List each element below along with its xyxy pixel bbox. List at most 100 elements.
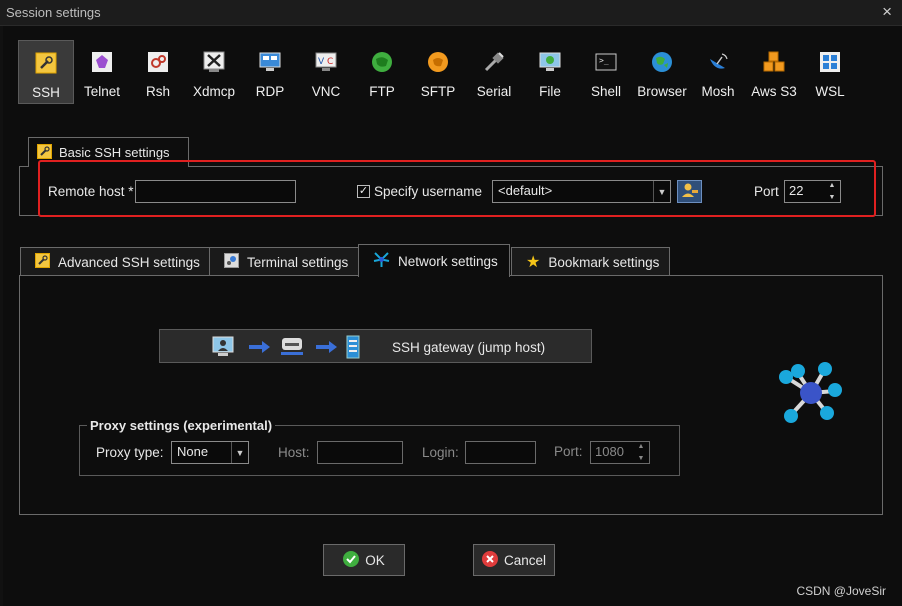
aws-cubes-icon <box>762 50 786 74</box>
basic-ssh-settings-tab[interactable]: Basic SSH settings <box>28 137 189 167</box>
protocol-xdmcp[interactable]: Xdmcp <box>186 40 242 104</box>
ssh-gateway-button[interactable]: SSH gateway (jump host) <box>159 329 592 363</box>
remote-host-input[interactable] <box>135 180 296 203</box>
tab-label: Terminal settings <box>247 254 349 270</box>
star-icon: ★ <box>526 254 541 271</box>
vnc-icon: VC <box>314 50 338 74</box>
network-settings-panel <box>19 275 883 515</box>
tab-advanced-ssh-settings[interactable]: Advanced SSH settings <box>20 247 210 276</box>
protocol-ssh[interactable]: SSH <box>18 40 74 104</box>
close-icon[interactable]: × <box>882 3 892 21</box>
window-title: Session settings <box>6 5 101 20</box>
username-value: <default> <box>498 183 553 198</box>
wrench-icon <box>35 253 50 271</box>
protocol-label: Mosh <box>701 84 735 99</box>
protocol-serial[interactable]: Serial <box>466 40 522 104</box>
satellite-dish-icon <box>706 50 730 74</box>
proxy-type-select[interactable]: None ▼ <box>171 441 249 464</box>
proxy-login-label: Login: <box>422 445 459 460</box>
network-icon <box>373 251 390 271</box>
proxy-host-input[interactable] <box>317 441 403 464</box>
protocol-label: File <box>539 84 561 99</box>
protocol-label: SFTP <box>420 84 456 99</box>
rsh-icon <box>146 50 170 74</box>
ftp-globe-icon <box>370 50 394 74</box>
port-label: Port <box>754 184 779 199</box>
protocol-label: Rsh <box>145 84 170 99</box>
protocol-mosh[interactable]: Mosh <box>690 40 746 104</box>
protocol-browser[interactable]: Browser <box>634 40 690 104</box>
protocol-aws-s3[interactable]: Aws S3 <box>746 40 802 104</box>
specify-username-label: Specify username <box>374 184 483 199</box>
proxy-type-label: Proxy type: <box>96 445 164 460</box>
protocol-sftp[interactable]: SFTP <box>410 40 466 104</box>
protocol-label: VNC <box>311 84 341 99</box>
watermark-text: CSDN @JoveSir <box>796 584 886 598</box>
browser-globe-icon <box>650 50 674 74</box>
terminal-settings-icon <box>224 253 239 271</box>
specify-username-checkbox[interactable]: ✓ <box>357 185 370 198</box>
ssh-gateway-label: SSH gateway (jump host) <box>392 340 546 355</box>
proxy-port-spinner[interactable]: 1080 ▲ ▼ <box>590 441 650 464</box>
protocol-label: Aws S3 <box>751 84 797 99</box>
arrow-right-icon <box>315 338 337 359</box>
proxy-settings-legend: Proxy settings (experimental) <box>87 418 276 433</box>
protocol-label: Browser <box>637 84 687 99</box>
user-credentials-button[interactable] <box>677 180 702 203</box>
tab-label: Advanced SSH settings <box>58 254 200 270</box>
arrow-right-icon <box>248 338 270 359</box>
cancel-button[interactable]: Cancel <box>473 544 555 576</box>
proxy-port-value: 1080 <box>595 444 624 459</box>
sftp-icon <box>426 50 450 74</box>
svg-text:>_: >_ <box>599 56 609 65</box>
remote-host-label: Remote host * <box>48 184 134 199</box>
proxy-port-label: Port: <box>554 444 583 459</box>
protocol-telnet[interactable]: Telnet <box>74 40 130 104</box>
router-icon <box>280 336 304 361</box>
ok-label: OK <box>365 552 385 568</box>
tab-bookmark-settings[interactable]: ★ Bookmark settings <box>511 247 670 276</box>
svg-text:C: C <box>327 57 333 67</box>
xdmcp-icon <box>202 50 226 74</box>
ok-button[interactable]: OK <box>323 544 405 576</box>
spinner-arrows-icon[interactable]: ▲ ▼ <box>826 182 838 201</box>
window-edge <box>0 26 3 606</box>
protocol-toolbar: SSH Telnet Rsh Xdmcp RDP VC VNC FTP SFTP… <box>18 40 858 106</box>
username-select[interactable]: <default> ▼ <box>492 180 671 203</box>
port-spinner[interactable]: 22 ▲ ▼ <box>784 180 841 203</box>
protocol-wsl[interactable]: WSL <box>802 40 858 104</box>
proxy-host-label: Host: <box>278 445 310 460</box>
protocol-label: FTP <box>369 84 395 99</box>
protocol-label: Serial <box>476 84 512 99</box>
protocol-shell[interactable]: >_ Shell <box>578 40 634 104</box>
protocol-ftp[interactable]: FTP <box>354 40 410 104</box>
protocol-label: RDP <box>255 84 285 99</box>
checkmark-circle-icon <box>343 550 360 570</box>
tab-terminal-settings[interactable]: Terminal settings <box>209 247 359 276</box>
windows-icon <box>818 50 842 74</box>
spinner-arrows-icon[interactable]: ▲ ▼ <box>635 443 647 462</box>
telnet-icon <box>90 50 114 74</box>
user-key-icon <box>681 182 699 201</box>
terminal-icon: >_ <box>594 50 618 74</box>
svg-text:V: V <box>318 57 325 67</box>
protocol-label: Shell <box>590 84 622 99</box>
proxy-type-value: None <box>177 444 209 459</box>
proxy-login-input[interactable] <box>465 441 536 464</box>
protocol-rdp[interactable]: RDP <box>242 40 298 104</box>
tab-label: Network settings <box>398 253 498 269</box>
protocol-vnc[interactable]: VC VNC <box>298 40 354 104</box>
user-monitor-icon <box>212 336 234 361</box>
basic-ssh-settings-label: Basic SSH settings <box>59 145 170 160</box>
tab-network-settings[interactable]: Network settings <box>358 244 510 277</box>
network-icon <box>776 361 844 432</box>
cancel-label: Cancel <box>503 552 547 568</box>
wrench-icon <box>37 143 52 162</box>
protocol-rsh[interactable]: Rsh <box>130 40 186 104</box>
chevron-down-icon[interactable]: ▼ <box>231 442 248 463</box>
protocol-label: SSH <box>32 85 60 100</box>
protocol-file[interactable]: File <box>522 40 578 104</box>
cancel-circle-icon <box>481 550 498 570</box>
chevron-down-icon[interactable]: ▼ <box>653 181 670 202</box>
wrench-icon <box>34 51 58 75</box>
